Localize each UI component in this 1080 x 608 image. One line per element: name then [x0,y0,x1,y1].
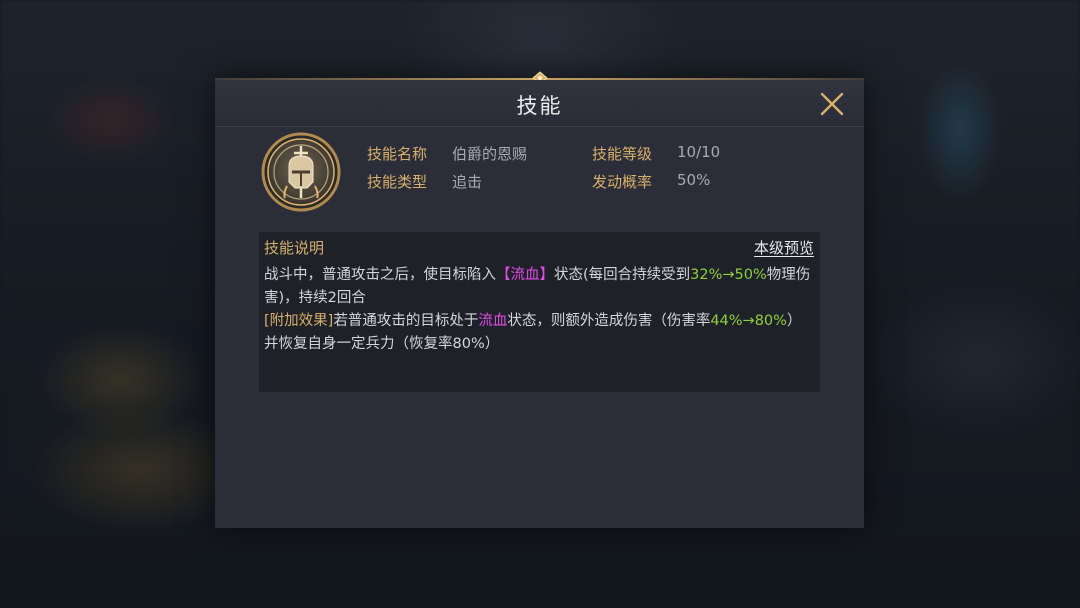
damage-range-value: 32%→50% [690,267,767,283]
trigger-chance-value: 50% [677,171,711,189]
level-preview-link[interactable]: 本级预览 [754,237,814,258]
skill-level-label: 技能等级 [592,145,653,163]
dialog-header: 技能 [215,80,864,127]
extra-effect-tag: [附加效果] [264,313,334,329]
skill-name-label: 技能名称 [367,145,428,163]
dialog-title: 技能 [516,94,563,118]
desc-text-segment: 状态(每回合持续受到 [554,267,691,283]
description-title: 技能说明 [264,239,325,257]
skill-dialog: 技能 技能名称 伯爵的恩赐 技能等级 10/10 技能类型 追击 发动概率 50… [215,71,864,528]
skill-type-label: 技能类型 [367,173,428,191]
skill-description-panel: 技能说明 本级预览 战斗中，普通攻击之后，使目标陷入【流血】状态(每回合持续受到… [259,232,820,392]
damage-rate-range-value: 44%→80% [710,313,787,329]
trigger-chance-label: 发动概率 [592,173,653,191]
description-text: 战斗中，普通攻击之后，使目标陷入【流血】状态(每回合持续受到32%→50%物理伤… [264,264,812,356]
skill-type-value: 追击 [452,173,483,191]
desc-text-segment: 状态，则额外造成伤害（伤害率 [507,313,711,329]
bleed-status-tag: 【流血】 [496,267,554,283]
close-icon[interactable] [818,90,846,118]
skill-name-value: 伯爵的恩赐 [452,145,528,163]
skill-level-value: 10/10 [677,143,721,161]
desc-text-segment: 战斗中，普通攻击之后，使目标陷入 [264,267,496,283]
knight-helmet-sword-icon [261,132,341,212]
bleed-status-text: 流血 [478,313,508,329]
desc-text-segment: 若普通攻击的目标处于 [333,313,479,329]
skill-icon [261,132,341,212]
